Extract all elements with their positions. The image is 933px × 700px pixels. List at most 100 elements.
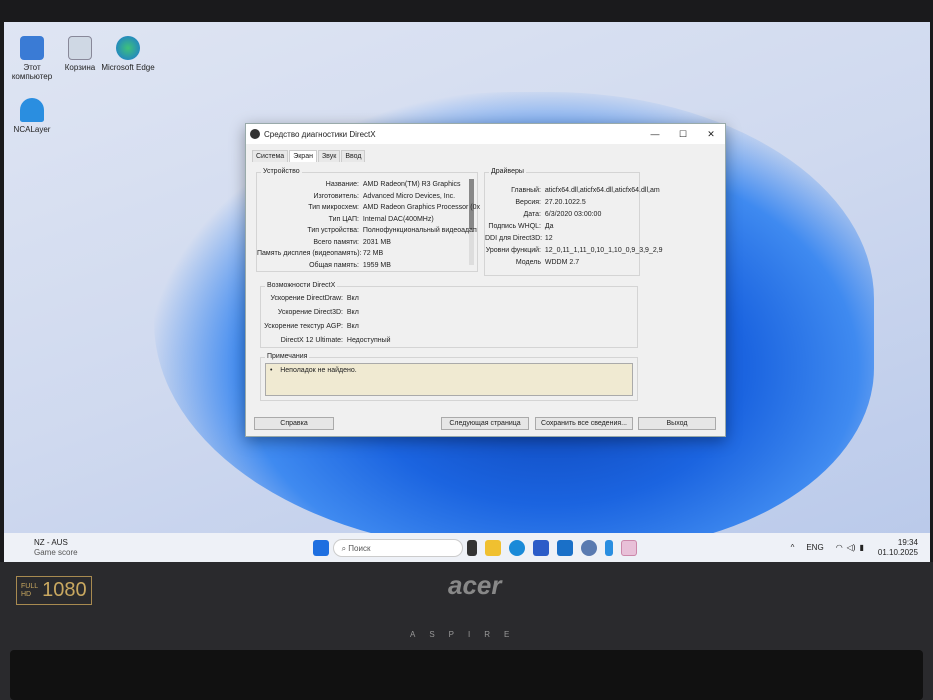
- aspire-label: ASPIRE: [410, 630, 524, 639]
- settings-icon[interactable]: [580, 539, 597, 556]
- next-page-button[interactable]: Следующая страница: [441, 417, 529, 430]
- info-key: Ускорение Direct3D:: [277, 309, 343, 316]
- group-label: Драйверы: [489, 168, 526, 175]
- info-key: DDI для Direct3D:: [485, 235, 543, 242]
- scrollbar[interactable]: [469, 179, 474, 265]
- weather-widget[interactable]: NZ - AUS Game score: [34, 538, 78, 558]
- info-value: Advanced Micro Devices, Inc.: [362, 192, 456, 200]
- info-key: Всего памяти:: [313, 238, 359, 246]
- notes-group: Примечания • Неполадок не найдено.: [260, 353, 638, 401]
- volume-icon[interactable]: ◁): [847, 543, 856, 552]
- info-value: 27.20.1022.5: [544, 199, 586, 206]
- info-key: Главный:: [511, 187, 541, 194]
- info-row: DirectX 12 Ultimate: Недоступный: [261, 337, 391, 344]
- info-value: Полнофункциональный видеоадап: [362, 227, 477, 234]
- info-value: aticfx64.dll,aticfx64.dll,aticfx64.dll,a…: [544, 187, 660, 194]
- info-value: 1959 MB: [362, 261, 391, 269]
- tab-input[interactable]: Ввод: [341, 150, 366, 162]
- group-label: Возможности DirectX: [265, 282, 338, 289]
- info-row: Уровни функций: 12_0,11_1,11_0,10_1,10_0…: [485, 247, 663, 254]
- info-key: Тип ЦАП:: [328, 215, 359, 223]
- info-key: Ускорение DirectDraw:: [270, 295, 343, 302]
- info-value: AMD Radeon(TM) R3 Graphics: [362, 181, 461, 188]
- fullhd-badge: FULL HD 1080: [16, 576, 92, 605]
- tab-system[interactable]: Система: [252, 150, 289, 162]
- info-key: Ускорение текстур AGP:: [264, 323, 343, 330]
- info-value: AMD Radeon Graphics Processor (0x: [362, 204, 480, 211]
- info-row: Подпись WHQL: Да: [485, 223, 553, 230]
- info-row: Тип микросхем: AMD Radeon Graphics Proce…: [257, 204, 480, 211]
- close-button[interactable]: ✕: [697, 129, 725, 140]
- note-item: Неполадок не найдено.: [280, 367, 357, 374]
- title-bar: Средство диагностики DirectX — ☐ ✕: [246, 124, 725, 144]
- info-key: Тип устройства:: [307, 227, 359, 234]
- info-value: Недоступный: [346, 337, 391, 344]
- ncalayer-icon[interactable]: [604, 539, 613, 556]
- info-value: 12_0,11_1,11_0,10_1,10_0,9_3,9_2,9: [544, 247, 663, 254]
- device-group: Устройство Название: AMD Radeon(TM) R3 G…: [256, 168, 480, 272]
- info-value: Вкл: [346, 323, 359, 330]
- info-row: Всего памяти: 2031 MB: [257, 239, 391, 246]
- save-all-button[interactable]: Сохранить все сведения...: [535, 417, 633, 430]
- icon-label: Корзина: [64, 63, 96, 72]
- info-value: 6/3/2020 03:00:00: [544, 211, 602, 218]
- info-row: Изготовитель: Advanced Micro Devices, In…: [257, 192, 456, 200]
- info-row: Общая память: 1959 MB: [257, 262, 391, 269]
- search-box[interactable]: ⌕ Поиск: [332, 538, 463, 557]
- exit-button[interactable]: Выход: [638, 417, 716, 430]
- directx-features-group: Возможности DirectX Ускорение DirectDraw:…: [260, 282, 638, 348]
- info-row: Ускорение Direct3D: Вкл: [261, 309, 359, 316]
- info-key: Подпись WHQL:: [488, 223, 541, 230]
- info-value: 12: [544, 235, 553, 242]
- desktop-screen: Этот компьютер Корзина Microsoft Edge NC…: [4, 22, 930, 562]
- dxdiag-icon: [250, 129, 260, 139]
- info-value: WDDM 2.7: [544, 259, 580, 266]
- info-value: Вкл: [346, 295, 359, 302]
- minimize-button[interactable]: —: [641, 129, 669, 140]
- date: 01.10.2025: [877, 547, 918, 557]
- store-icon[interactable]: [532, 539, 549, 556]
- info-row: Дата: 6/3/2020 03:00:00: [485, 211, 602, 218]
- battery-icon[interactable]: ▮: [860, 543, 864, 552]
- outlook-icon[interactable]: [556, 539, 573, 556]
- time: 19:34: [897, 537, 918, 547]
- widget-title: NZ - AUS: [34, 537, 68, 547]
- info-key: Дата:: [523, 211, 541, 218]
- task-view-icon[interactable]: [466, 539, 477, 556]
- info-key: Изготовитель:: [313, 192, 360, 200]
- group-label: Устройство: [261, 168, 302, 175]
- maximize-button[interactable]: ☐: [669, 129, 697, 140]
- wifi-icon[interactable]: ◠: [836, 543, 843, 552]
- widget-subtitle: Game score: [34, 547, 78, 557]
- clock[interactable]: 19:34 01.10.2025: [878, 538, 918, 558]
- desktop-icon-ncalayer[interactable]: NCALayer: [4, 98, 60, 134]
- info-key: Тип микросхем:: [308, 204, 359, 211]
- acer-logo: acer: [448, 570, 502, 600]
- tab-display[interactable]: Экран: [289, 150, 317, 162]
- language-indicator[interactable]: ENG: [806, 543, 823, 552]
- info-key: Память дисплея (видеопамять):: [257, 250, 362, 257]
- window-title: Средство диагностики DirectX: [264, 129, 376, 139]
- help-button[interactable]: Справка: [254, 417, 334, 430]
- info-row: Тип устройства: Полнофункциональный виде…: [257, 227, 477, 234]
- info-row: Память дисплея (видеопамять): 72 MB: [257, 250, 383, 257]
- start-icon[interactable]: [312, 539, 329, 556]
- file-explorer-icon[interactable]: [484, 539, 501, 556]
- info-key: DirectX 12 Ultimate:: [280, 337, 343, 344]
- group-label: Примечания: [265, 353, 310, 360]
- notes-box: • Неполадок не найдено.: [265, 363, 633, 396]
- info-row: Ускорение DirectDraw: Вкл: [261, 295, 359, 302]
- desktop-icon-edge[interactable]: Microsoft Edge: [100, 36, 156, 72]
- taskbar: NZ - AUS Game score ⌕ Поиск ^ ENG ◠ ◁) ▮ …: [4, 533, 930, 562]
- dxdiag-window: Средство диагностики DirectX — ☐ ✕ Систе…: [245, 123, 726, 437]
- info-row: Тип ЦАП: Internal DAC(400MHz): [257, 216, 434, 223]
- icon-label: NCALayer: [13, 125, 51, 134]
- info-key: Модель: [515, 259, 541, 266]
- info-key: Версия:: [515, 199, 541, 206]
- drivers-group: Драйверы Главный: aticfx64.dll,aticfx64.d…: [484, 168, 663, 276]
- chevron-up-icon[interactable]: ^: [791, 543, 795, 552]
- edge-icon[interactable]: [508, 539, 525, 556]
- info-value: Internal DAC(400MHz): [362, 215, 434, 223]
- dxdiag-taskbar-icon[interactable]: [620, 539, 637, 556]
- tab-sound[interactable]: Звук: [317, 150, 341, 162]
